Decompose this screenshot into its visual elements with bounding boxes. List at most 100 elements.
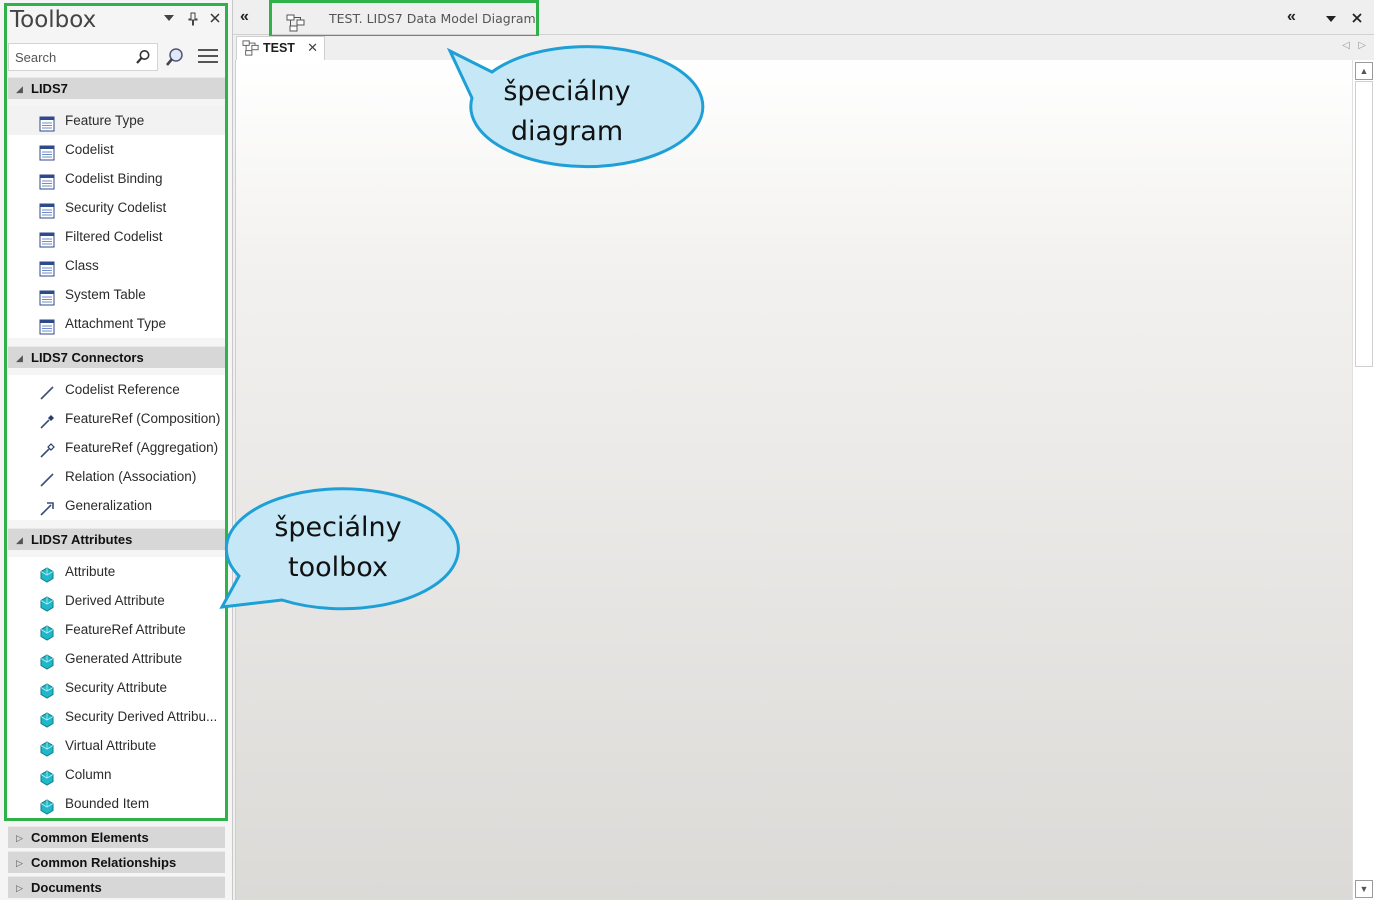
toolbox-item[interactable]: Codelist xyxy=(8,135,225,164)
attribute-icon xyxy=(39,680,55,699)
collapse-triangle-icon: ◢ xyxy=(16,353,23,363)
diagram-callout-text: špeciálny diagram xyxy=(467,72,667,152)
section-title: LIDS7 Attributes xyxy=(31,532,133,547)
attribute-icon xyxy=(39,593,55,612)
dropdown-icon[interactable] xyxy=(162,12,176,28)
toolbox-item[interactable]: FeatureRef (Aggregation) xyxy=(8,433,225,462)
toolbox-item[interactable]: Security Derived Attribu... xyxy=(8,702,225,731)
section-title: Common Relationships xyxy=(31,855,177,870)
class-icon xyxy=(39,287,55,306)
section-header-lids7-attributes[interactable]: ◢ LIDS7 Attributes xyxy=(8,528,225,550)
item-list-lids7-attributes: Attribute Derived Attribute FeatureRef A… xyxy=(8,557,225,818)
toolbox-title: Toolbox xyxy=(10,7,97,33)
toolbox-item[interactable]: Filtered Codelist xyxy=(8,222,225,251)
toolbox-item[interactable]: Security Codelist xyxy=(8,193,225,222)
scroll-thumb[interactable] xyxy=(1355,81,1373,367)
diagram-tab-label: TEST. LIDS7 Data Model Diagram xyxy=(329,11,536,26)
item-label: Security Derived Attribu... xyxy=(65,709,218,724)
toolbox-item[interactable]: Attachment Type xyxy=(8,309,225,338)
toolbox-item[interactable]: Feature Type xyxy=(8,106,225,135)
class-icon xyxy=(39,316,55,335)
menu-icon[interactable] xyxy=(198,49,218,65)
tab-label: TEST xyxy=(263,41,295,55)
item-label: Security Codelist xyxy=(65,200,167,215)
item-label: Attribute xyxy=(65,564,116,579)
toolbox-item[interactable]: Derived Attribute xyxy=(8,586,225,615)
find-icon[interactable] xyxy=(164,46,186,68)
toolbox-item[interactable]: Security Attribute xyxy=(8,673,225,702)
item-label: FeatureRef (Composition) xyxy=(65,411,221,426)
pin-icon[interactable] xyxy=(186,12,200,28)
toolbox-item[interactable]: FeatureRef Attribute xyxy=(8,615,225,644)
item-label: Feature Type xyxy=(65,113,145,128)
toolbox-item[interactable]: Virtual Attribute xyxy=(8,731,225,760)
section-header-documents[interactable]: ▷ Documents xyxy=(8,876,225,898)
expand-triangle-icon: ▷ xyxy=(16,833,23,843)
toolbox-item[interactable]: Codelist Binding xyxy=(8,164,225,193)
toolbox-item[interactable]: Attribute xyxy=(8,557,225,586)
attribute-icon xyxy=(39,738,55,757)
item-label: Derived Attribute xyxy=(65,593,165,608)
search-icon[interactable] xyxy=(135,49,151,70)
item-label: FeatureRef Attribute xyxy=(65,622,186,637)
item-label: Generalization xyxy=(65,498,153,513)
section-header-lids7-connectors[interactable]: ◢ LIDS7 Connectors xyxy=(8,346,225,368)
toolbox-item[interactable]: Bounded Item xyxy=(8,789,225,818)
callout-line: toolbox xyxy=(288,552,388,583)
callout-line: diagram xyxy=(510,116,624,147)
section-header-common-relationships[interactable]: ▷ Common Relationships xyxy=(8,851,225,873)
line-connector-icon xyxy=(39,382,55,400)
item-label: Relation (Association) xyxy=(65,469,197,484)
class-icon xyxy=(39,200,55,219)
close-tab-icon[interactable]: ✕ xyxy=(307,37,318,59)
toolbox-item[interactable]: Column xyxy=(8,760,225,789)
section-title: LIDS7 xyxy=(31,81,68,96)
item-label: Codelist Binding xyxy=(65,171,163,186)
toolbox-item[interactable]: Generalization xyxy=(8,491,225,520)
aggregation-connector-icon xyxy=(39,440,55,458)
attribute-icon xyxy=(39,767,55,786)
search-input[interactable] xyxy=(9,44,129,70)
diagram-tab[interactable]: TEST. LIDS7 Data Model Diagram xyxy=(270,0,538,37)
item-label: Class xyxy=(65,258,99,273)
dropdown-icon[interactable] xyxy=(1325,12,1337,30)
toolbox-header: Toolbox xyxy=(0,0,233,42)
item-label: Attachment Type xyxy=(65,316,167,331)
toolbox-item[interactable]: Relation (Association) xyxy=(8,462,225,491)
collapse-triangle-icon: ◢ xyxy=(16,84,23,94)
line-connector-icon xyxy=(39,469,55,487)
toolbox-item[interactable]: Class xyxy=(8,251,225,280)
item-label: Virtual Attribute xyxy=(65,738,157,753)
collapse-right-icon[interactable]: « xyxy=(1287,8,1296,26)
tab-scroll-arrows[interactable]: ◁ ▷ xyxy=(1342,40,1366,51)
section-header-common-elements[interactable]: ▷ Common Elements xyxy=(8,826,225,848)
composition-connector-icon xyxy=(39,411,55,429)
toolbox-panel: Toolbox ◢ LIDS7 Feature Type Codelist Co… xyxy=(0,0,233,900)
search-box xyxy=(8,43,158,71)
class-icon xyxy=(39,258,55,277)
expand-triangle-icon: ▷ xyxy=(16,883,23,893)
item-label: Column xyxy=(65,767,112,782)
collapse-left-icon[interactable]: « xyxy=(240,8,249,26)
close-icon[interactable] xyxy=(208,12,222,28)
collapse-triangle-icon: ◢ xyxy=(16,535,23,545)
toolbox-item[interactable]: Generated Attribute xyxy=(8,644,225,673)
toolbox-item[interactable]: Codelist Reference xyxy=(8,375,225,404)
toolbox-item[interactable]: System Table xyxy=(8,280,225,309)
search-row xyxy=(8,43,226,71)
section-header-lids7[interactable]: ◢ LIDS7 xyxy=(8,77,225,99)
tab-test[interactable]: TEST ✕ xyxy=(236,36,325,60)
document-tab-bar: « TEST. LIDS7 Data Model Diagram « xyxy=(233,0,1374,38)
diagram-canvas[interactable] xyxy=(235,60,1352,900)
item-label: Security Attribute xyxy=(65,680,168,695)
document-area: « TEST. LIDS7 Data Model Diagram « TEST … xyxy=(233,0,1374,900)
attribute-icon xyxy=(39,709,55,728)
toolbox-item[interactable]: FeatureRef (Composition) xyxy=(8,404,225,433)
close-icon[interactable] xyxy=(1351,11,1363,29)
vertical-scrollbar[interactable]: ▲ ▼ xyxy=(1352,60,1374,900)
scroll-up-icon[interactable]: ▲ xyxy=(1355,62,1373,80)
scroll-down-icon[interactable]: ▼ xyxy=(1355,880,1373,898)
item-label: FeatureRef (Aggregation) xyxy=(65,440,219,455)
attribute-icon xyxy=(39,651,55,670)
item-label: Codelist Reference xyxy=(65,382,180,397)
